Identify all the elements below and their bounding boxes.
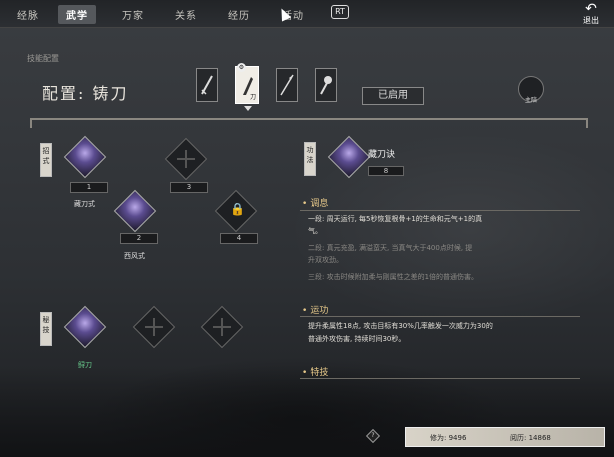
tiaoxi-line-1: 一段: 周天运行, 每5秒恢复根骨+1的生命和元气+1的真: [308, 215, 483, 223]
tiaoxi-line-2b: 升双攻劲。: [308, 256, 343, 264]
enabled-button[interactable]: 已启用: [362, 87, 424, 105]
weapon-tag: 刀: [249, 94, 256, 101]
tab-guanxi[interactable]: 关系: [175, 7, 197, 22]
slot-number-3: 3: [170, 182, 208, 193]
zhaoshi-label: 招式: [40, 143, 52, 177]
divider-cap-left: [30, 118, 32, 128]
teji-heading: • 特技: [302, 368, 329, 378]
xiuwei-stat: 修为: 9496: [430, 434, 467, 442]
weapon-sword-slot[interactable]: [196, 68, 218, 102]
lock-icon: 🔒: [230, 202, 245, 216]
config-title: 配置: 铸刀: [42, 84, 129, 103]
divider-cap-right: [586, 118, 588, 128]
section-label: 技能配置: [27, 54, 59, 63]
weapon-spear-slot[interactable]: [276, 68, 298, 102]
tiaoxi-line-1b: 气。: [308, 227, 322, 235]
secret-skill-name: 鲟刀: [78, 361, 92, 369]
gongfa-skill-count: 8: [368, 166, 404, 176]
top-nav: 经脉 武学 万家 关系 经历 活动 RT ↶ 退出: [0, 0, 614, 28]
active-pointer-icon: [244, 106, 252, 111]
weapon-blade-slot[interactable]: 刀: [235, 66, 259, 104]
active-weapon-icon: ⚙: [237, 63, 246, 72]
slot-number-4: 4: [220, 233, 258, 244]
tiaoxi-line-3: 三段: 攻击时候附加柔与刚属性之差的1倍的普通伤害。: [308, 273, 479, 281]
gongfa-skill-name: 藏刀诀: [368, 150, 396, 160]
zhuxue-label: 主陪: [524, 97, 537, 104]
tiaoxi-heading: • 调息: [302, 199, 329, 209]
back-arrow-icon: ↶: [585, 1, 597, 17]
rt-button[interactable]: RT: [331, 5, 349, 19]
skill-name-2: 西风式: [124, 252, 145, 260]
yungong-separator: [300, 316, 580, 317]
yungong-heading: • 运功: [302, 306, 329, 316]
slot-number-2: 2: [120, 233, 158, 244]
tab-jingli[interactable]: 经历: [228, 7, 250, 22]
slot-number-1: 1: [70, 182, 108, 193]
tiaoxi-separator: [300, 210, 580, 211]
back-button[interactable]: ↶ 退出: [576, 1, 606, 26]
spear-icon: [280, 74, 294, 96]
back-label: 退出: [583, 16, 599, 25]
tiaoxi-line-2: 二段: 真元充盈, 满溢蛮天, 当真气大于400点时候, 提: [308, 244, 473, 252]
fist-icon: [320, 76, 332, 95]
yueli-stat: 阅历: 14868: [510, 434, 551, 442]
tab-wanjia[interactable]: 万家: [122, 7, 144, 22]
teji-separator: [300, 378, 580, 379]
weapon-fist-slot[interactable]: [315, 68, 337, 102]
gongfa-label: 功法: [304, 142, 316, 176]
yungong-line-2: 普通外攻伤害, 持续时间30秒。: [308, 335, 406, 343]
sword-icon: [201, 75, 213, 95]
divider-line: [30, 118, 588, 120]
tab-wuxue[interactable]: 武学: [58, 5, 96, 24]
yungong-line-1: 提升柔属性18点, 攻击目标有30%几率触发一次威力为30的: [308, 322, 493, 330]
skill-name-1: 藏刀式: [74, 200, 95, 208]
mishi-label: 秘技: [40, 312, 52, 346]
tab-jingmai[interactable]: 经脉: [17, 7, 39, 22]
